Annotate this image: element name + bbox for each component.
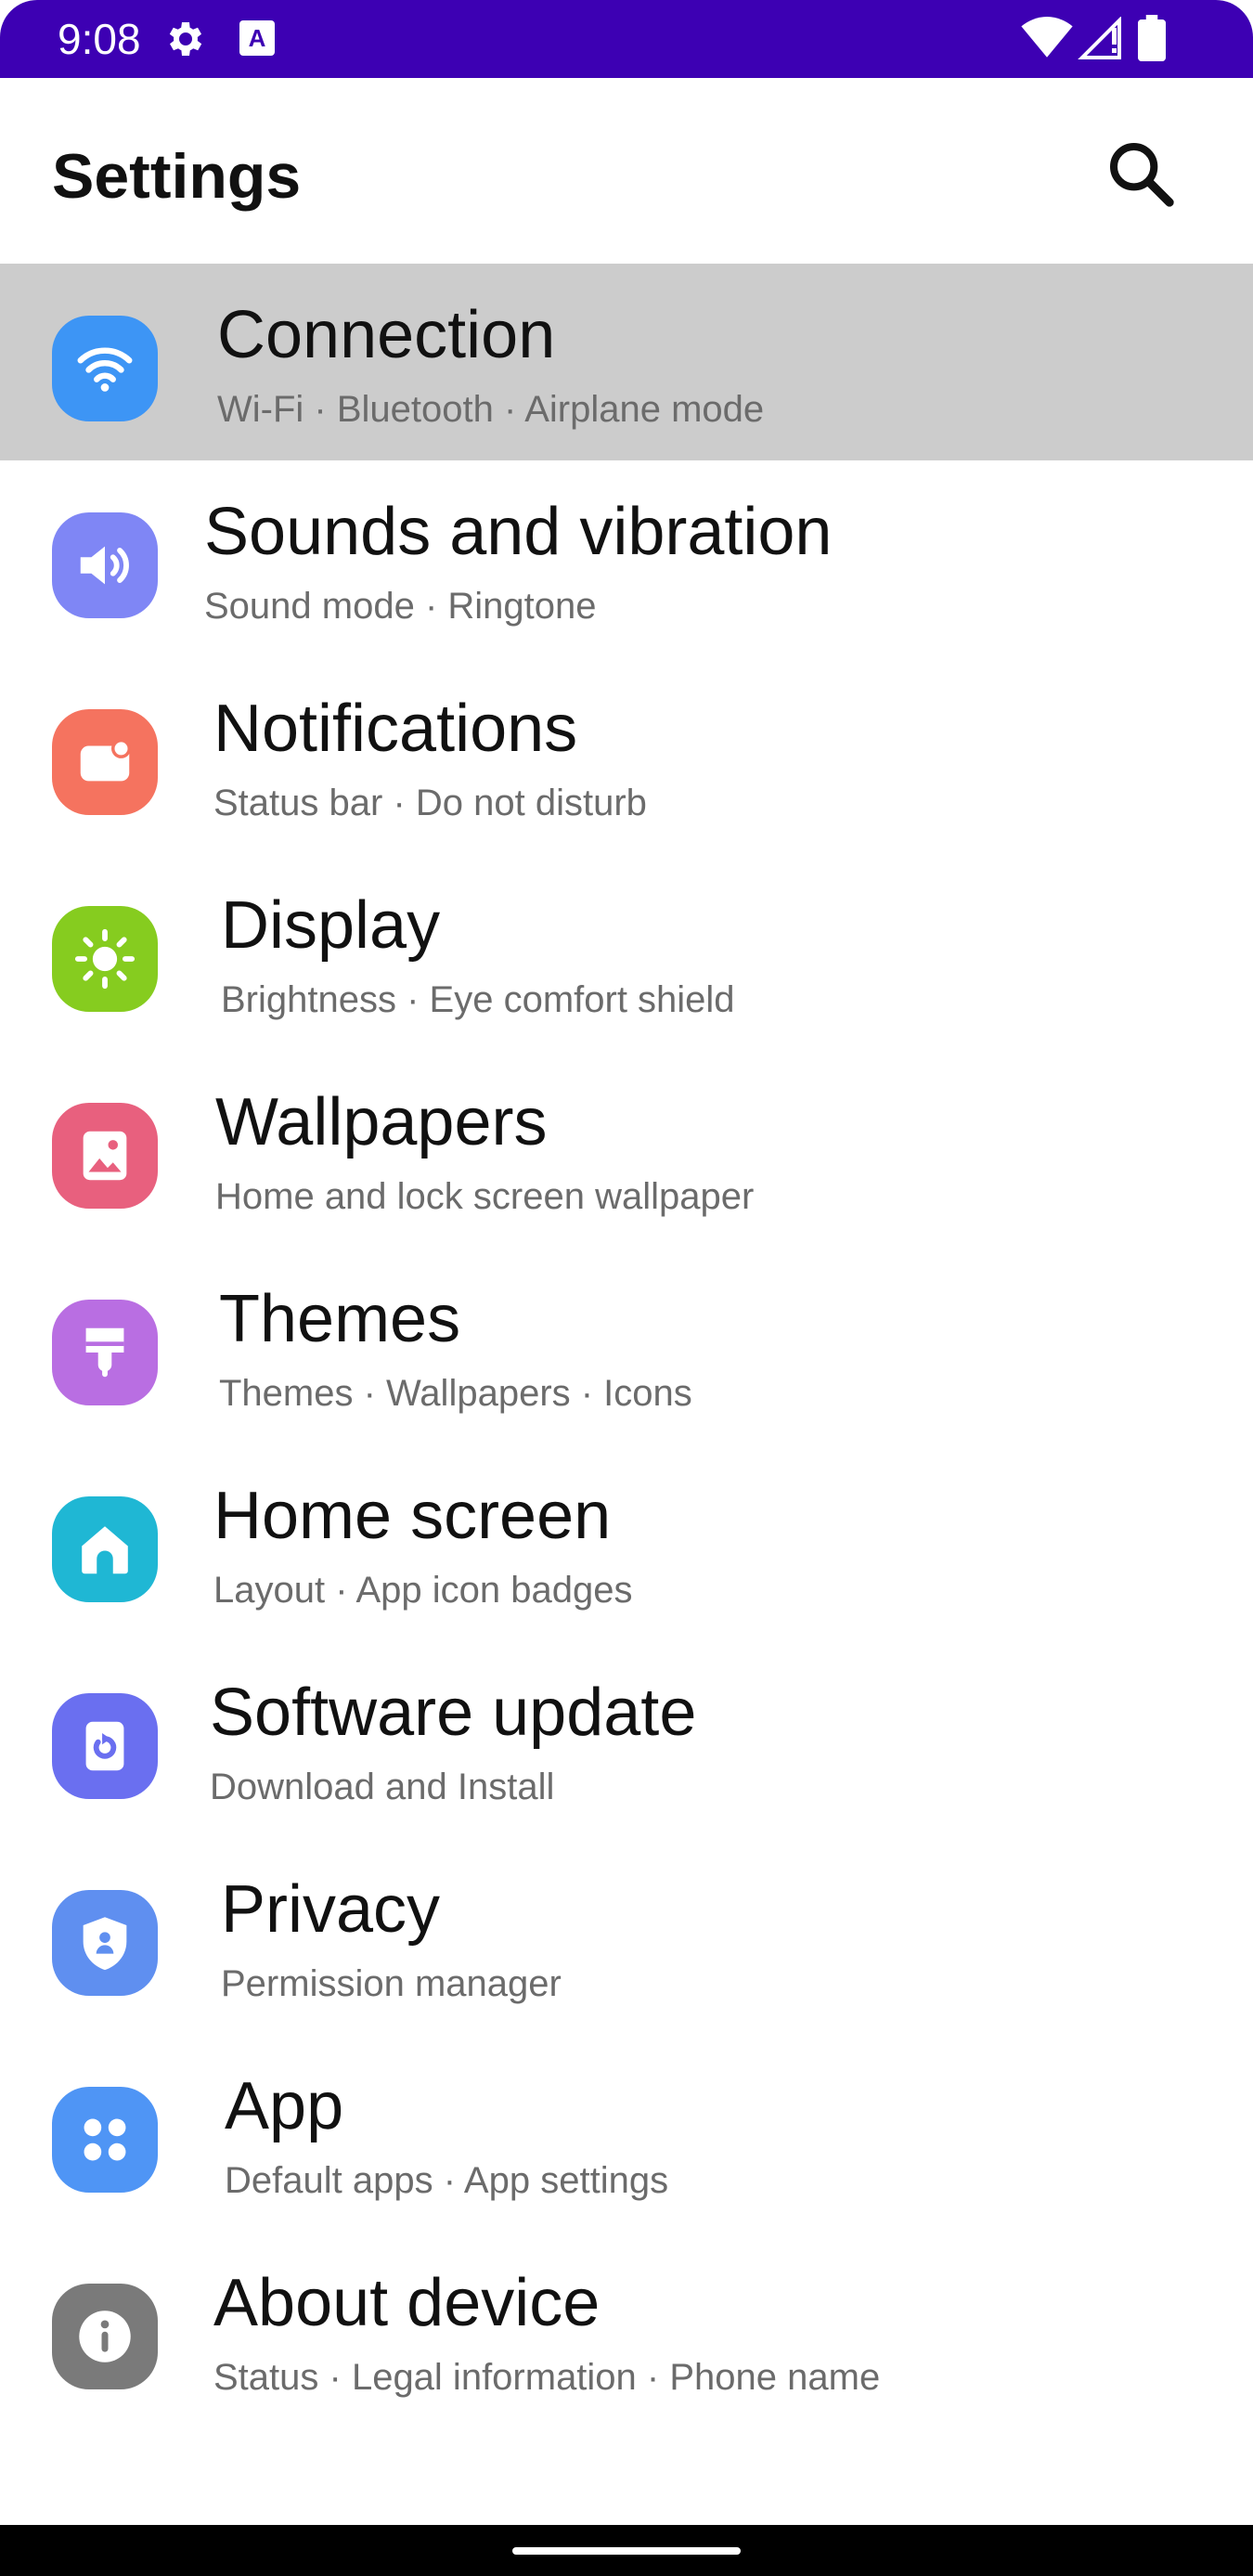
navigation-bar [0, 2525, 1253, 2576]
wifi-icon [52, 316, 158, 421]
settings-item-about-device[interactable]: About device Status · Legal information … [0, 2232, 1253, 2428]
brush-icon [52, 1300, 158, 1405]
settings-item-app[interactable]: App Default apps · App settings [0, 2035, 1253, 2232]
notification-icon [52, 709, 158, 815]
image-icon [52, 1103, 158, 1209]
settings-item-notifications[interactable]: Notifications Status bar · Do not distur… [0, 657, 1253, 854]
settings-item-subtitle: Default apps · App settings [225, 2160, 669, 2201]
apps-grid-icon [52, 2087, 158, 2193]
status-bar: 9:08 A [0, 0, 1253, 78]
settings-item-title: About device [213, 2266, 601, 2340]
search-icon [1110, 143, 1174, 207]
settings-item-subtitle: Layout · App icon badges [213, 1570, 633, 1611]
settings-item-title: Connection [217, 298, 556, 372]
signal-icon [1077, 16, 1125, 61]
gear-icon [163, 17, 208, 61]
settings-item-title: Themes [219, 1282, 461, 1356]
shield-icon [52, 1890, 158, 1996]
status-time: 9:08 [58, 15, 141, 63]
settings-item-software-update[interactable]: Software update Download and Install [0, 1641, 1253, 1838]
sun-icon [52, 906, 158, 1012]
settings-item-subtitle: Permission manager [221, 1963, 562, 2004]
speaker-icon [52, 512, 158, 618]
home-icon [52, 1496, 158, 1602]
settings-item-title: Display [221, 888, 441, 963]
settings-item-subtitle: Wi-Fi · Bluetooth · Airplane mode [217, 389, 765, 430]
search-button[interactable] [1095, 128, 1188, 221]
settings-item-title: Notifications [213, 692, 578, 766]
settings-item-themes[interactable]: Themes Themes · Wallpapers · Icons [0, 1248, 1253, 1444]
battery-icon [1138, 15, 1166, 61]
settings-item-subtitle: Status · Legal information · Phone name [213, 2357, 881, 2398]
app-bar: Settings [0, 78, 1253, 264]
settings-item-title: Home screen [213, 1479, 612, 1553]
keyboard-a-icon: A [239, 20, 275, 56]
home-gesture-handle[interactable] [512, 2547, 741, 2555]
settings-item-sounds-and-vibration[interactable]: Sounds and vibration Sound mode · Ringto… [0, 460, 1253, 657]
settings-item-title: Sounds and vibration [204, 495, 833, 569]
settings-item-subtitle: Status bar · Do not disturb [213, 783, 647, 823]
settings-item-subtitle: Home and lock screen wallpaper [215, 1176, 755, 1217]
settings-item-connection[interactable]: Connection Wi-Fi · Bluetooth · Airplane … [0, 264, 1253, 460]
settings-item-display[interactable]: Display Brightness · Eye comfort shield [0, 854, 1253, 1051]
page-title: Settings [52, 141, 302, 212]
settings-list: Connection Wi-Fi · Bluetooth · Airplane … [0, 264, 1253, 2428]
info-icon [52, 2284, 158, 2389]
settings-item-title: Software update [210, 1676, 697, 1750]
settings-item-subtitle: Download and Install [210, 1767, 555, 1807]
update-icon [52, 1693, 158, 1799]
wifi-icon [1021, 17, 1073, 59]
settings-item-title: Privacy [221, 1872, 441, 1947]
settings-item-home-screen[interactable]: Home screen Layout · App icon badges [0, 1444, 1253, 1641]
settings-item-privacy[interactable]: Privacy Permission manager [0, 1838, 1253, 2035]
settings-item-subtitle: Sound mode · Ringtone [204, 586, 597, 627]
settings-item-title: App [225, 2069, 344, 2143]
settings-item-subtitle: Brightness · Eye comfort shield [221, 979, 735, 1020]
settings-item-subtitle: Themes · Wallpapers · Icons [219, 1373, 692, 1414]
settings-item-title: Wallpapers [215, 1085, 548, 1159]
settings-item-wallpapers[interactable]: Wallpapers Home and lock screen wallpape… [0, 1051, 1253, 1248]
